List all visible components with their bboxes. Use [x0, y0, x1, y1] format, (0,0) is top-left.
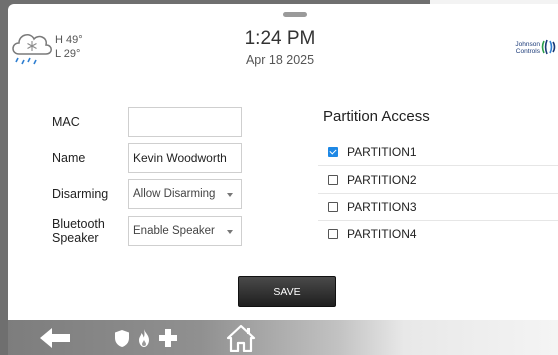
name-label: Name: [52, 151, 86, 165]
partition-access-title: Partition Access: [323, 108, 430, 125]
brand-logo: Johnson Controls: [508, 39, 558, 61]
snow-cloud-icon: [12, 34, 52, 65]
mac-field[interactable]: [128, 107, 242, 137]
partition-label: PARTITION4: [347, 226, 417, 241]
partition-row-4[interactable]: PARTITION4: [318, 220, 558, 247]
name-input[interactable]: [129, 144, 241, 172]
pull-down-handle[interactable]: [283, 12, 307, 17]
partition-label: PARTITION3: [347, 199, 417, 214]
disarming-select-value: Allow Disarming: [133, 188, 216, 200]
johnson-controls-logo-icon: [541, 39, 556, 55]
disarming-select[interactable]: Allow Disarming: [128, 179, 242, 209]
clock-time: 1:24 PM: [244, 28, 316, 49]
police-shield-icon[interactable]: [114, 329, 130, 348]
partition-checkbox[interactable]: [328, 174, 338, 185]
mac-input[interactable]: [129, 108, 241, 136]
mac-label: MAC: [52, 115, 80, 129]
temperature-high: H 49°: [55, 34, 83, 46]
name-field[interactable]: [128, 143, 242, 173]
bluetooth-speaker-select[interactable]: Enable Speaker: [128, 216, 242, 246]
dropdown-caret-icon: [227, 193, 233, 197]
partition-label: PARTITION2: [347, 172, 417, 187]
partition-checkbox-checked[interactable]: [328, 146, 338, 157]
partition-label: PARTITION1: [347, 144, 417, 159]
partition-checkbox[interactable]: [328, 201, 338, 212]
brand-text: Johnson Controls: [515, 41, 540, 55]
save-button[interactable]: SAVE: [238, 276, 336, 307]
home-icon[interactable]: [226, 324, 256, 352]
bluetooth-speaker-label: Bluetooth Speaker: [52, 217, 105, 245]
back-arrow-icon[interactable]: [38, 327, 72, 349]
disarming-label: Disarming: [52, 187, 109, 201]
medical-cross-icon[interactable]: [158, 328, 178, 348]
partition-row-2[interactable]: PARTITION2: [318, 166, 558, 194]
fire-icon[interactable]: [136, 328, 152, 348]
bottom-navigation-bar: [8, 320, 558, 355]
partition-row-1[interactable]: PARTITION1: [318, 138, 558, 166]
partition-row-3[interactable]: PARTITION3: [318, 193, 558, 221]
dropdown-caret-icon: [227, 230, 233, 234]
temperature-low: L 29°: [55, 48, 81, 60]
clock-date: Apr 18 2025: [245, 53, 315, 67]
partition-checkbox[interactable]: [328, 228, 338, 239]
bluetooth-speaker-select-value: Enable Speaker: [133, 225, 215, 237]
